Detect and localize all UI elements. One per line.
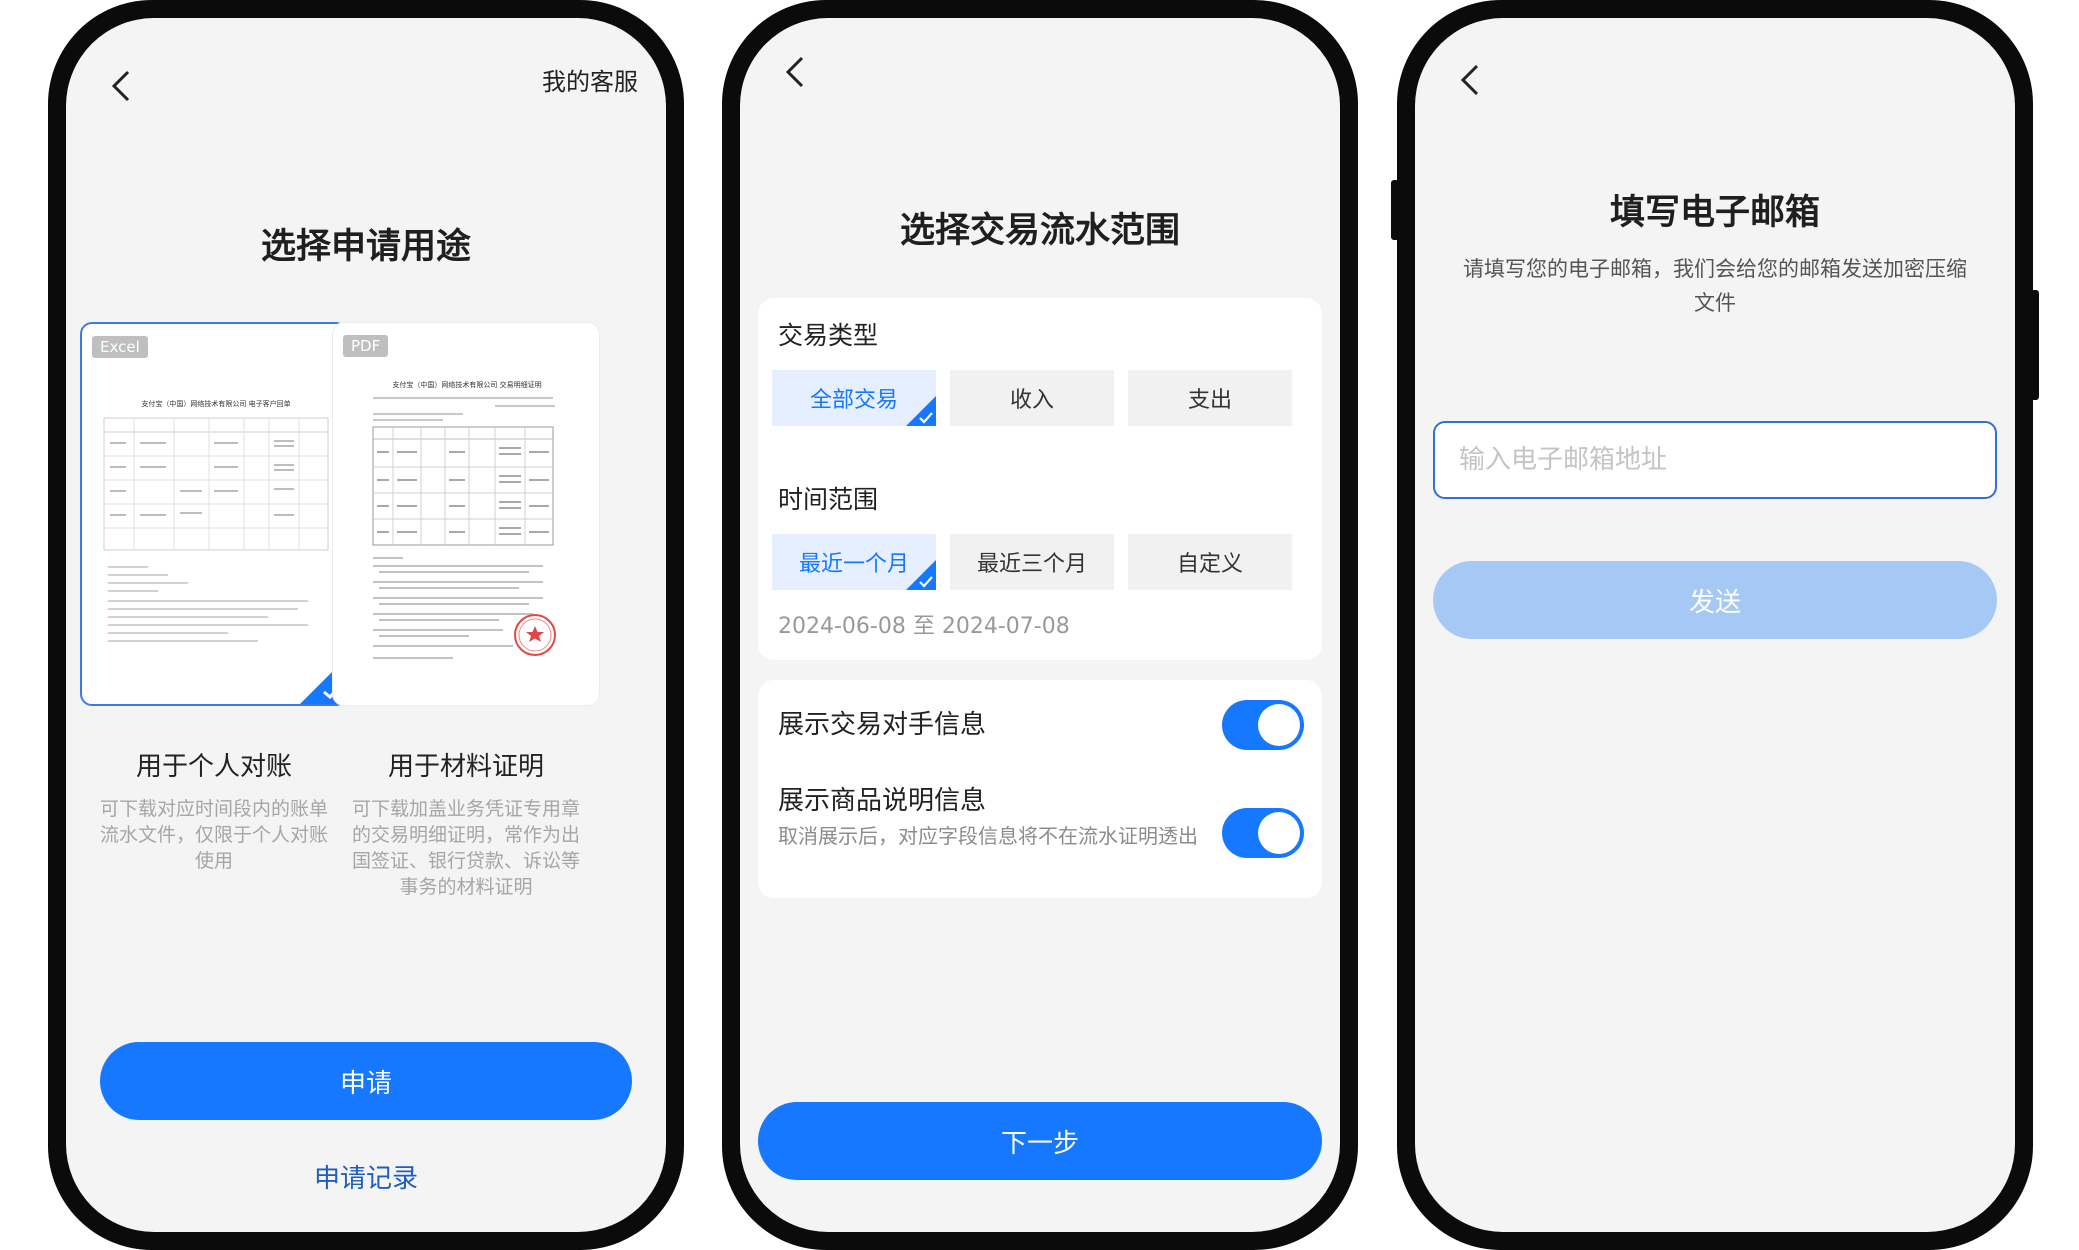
material-proof-title: 用于材料证明: [387, 752, 544, 782]
transaction-type-label: 交易类型: [778, 321, 879, 350]
back-arrow-icon[interactable]: [1455, 60, 1485, 100]
phone-frame-purpose: 我的客服 选择申请用途 Excel 支付宝（中国）网络技术有限公司 电子客户回单: [48, 0, 684, 1250]
range-screen: 选择交易流水范围 交易类型 全部交易 收入 支出 时间范围 最近一个月 最近三个…: [740, 18, 1340, 1232]
chip-last-month[interactable]: 最近一个月: [772, 534, 936, 590]
back-arrow-icon[interactable]: [106, 66, 136, 106]
page-title: 填写电子邮箱: [1609, 193, 1820, 233]
display-options-card: 展示交易对手信息 展示商品说明信息 取消展示后，对应字段信息将不在流水证明透出: [758, 680, 1322, 898]
chip-check-icon: [906, 560, 936, 590]
counterparty-toggle[interactable]: [1222, 700, 1304, 750]
excel-document-preview: 支付宝（中国）网络技术有限公司 电子客户回单: [94, 368, 334, 692]
send-button[interactable]: 发送: [1433, 561, 1997, 639]
personal-reconcile-title: 用于个人对账: [135, 752, 292, 782]
toggle-knob: [1258, 812, 1300, 854]
customer-service-link[interactable]: 我的客服: [542, 62, 638, 97]
chip-all-transactions[interactable]: 全部交易: [772, 370, 936, 426]
next-step-button[interactable]: 下一步: [758, 1102, 1322, 1180]
official-seal-icon: [514, 614, 556, 656]
personal-reconcile-desc: 可下载对应时间段内的账单流水文件，仅限于个人对账使用: [99, 798, 328, 872]
chip-label: 自定义: [1176, 552, 1243, 577]
chip-last-three-months[interactable]: 最近三个月: [950, 534, 1114, 590]
side-button: [2031, 290, 2039, 400]
pdf-option-card[interactable]: PDF 支付宝（中国）网络技术有限公司 交易明细证明: [332, 322, 600, 706]
date-range-text: 2024-06-08 至 2024-07-08: [778, 614, 1070, 639]
chip-expense[interactable]: 支出: [1128, 370, 1292, 426]
email-input[interactable]: [1433, 421, 1997, 499]
pdf-doc-heading: 支付宝（中国）网络技术有限公司 交易明细证明: [392, 380, 541, 389]
chip-label: 最近三个月: [976, 552, 1087, 577]
page-title: 选择交易流水范围: [899, 211, 1180, 251]
counterparty-toggle-label: 展示交易对手信息: [778, 710, 987, 740]
back-arrow-icon[interactable]: [780, 52, 810, 92]
excel-option-card[interactable]: Excel 支付宝（中国）网络技术有限公司 电子客户回单: [80, 322, 348, 706]
excel-doc-heading: 支付宝（中国）网络技术有限公司 电子客户回单: [141, 399, 290, 408]
chip-income[interactable]: 收入: [950, 370, 1114, 426]
goods-desc-toggle-hint: 取消展示后，对应字段信息将不在流水证明透出: [778, 824, 1198, 848]
page-title: 选择申请用途: [260, 227, 471, 267]
apply-button[interactable]: 申请: [100, 1042, 632, 1120]
material-proof-desc: 可下载加盖业务凭证专用章的交易明细证明，常作为出国签证、银行贷款、诉讼等事务的材…: [351, 798, 580, 898]
toggle-knob: [1258, 704, 1300, 746]
goods-desc-toggle-label: 展示商品说明信息: [778, 786, 987, 816]
pdf-badge: PDF: [343, 335, 389, 357]
excel-badge: Excel: [92, 336, 148, 358]
goods-desc-toggle[interactable]: [1222, 808, 1304, 858]
apply-record-link[interactable]: 申请记录: [66, 1158, 666, 1195]
chip-check-icon: [906, 396, 936, 426]
page-subtitle: 请填写您的电子邮箱，我们会给您的邮箱发送加密压缩文件: [1463, 257, 1967, 315]
side-button: [1391, 180, 1399, 240]
filter-card: 交易类型 全部交易 收入 支出 时间范围 最近一个月 最近三个月 自定义 202…: [758, 298, 1322, 660]
purpose-screen: 我的客服 选择申请用途 Excel 支付宝（中国）网络技术有限公司 电子客户回单: [66, 18, 666, 1232]
pdf-document-preview: 支付宝（中国）网络技术有限公司 交易明细证明: [345, 367, 587, 693]
phone-frame-range: 选择交易流水范围 交易类型 全部交易 收入 支出 时间范围 最近一个月 最近三个…: [722, 0, 1358, 1250]
chip-label: 支出: [1187, 388, 1232, 413]
email-screen: 填写电子邮箱 请填写您的电子邮箱，我们会给您的邮箱发送加密压缩文件 发送: [1415, 18, 2015, 1232]
chip-label: 全部交易: [809, 388, 898, 413]
chip-label: 收入: [1009, 388, 1054, 413]
chip-label: 最近一个月: [798, 552, 909, 577]
phone-frame-email: 填写电子邮箱 请填写您的电子邮箱，我们会给您的邮箱发送加密压缩文件 发送: [1391, 0, 2039, 1250]
chip-custom[interactable]: 自定义: [1128, 534, 1292, 590]
time-range-label: 时间范围: [778, 485, 879, 514]
